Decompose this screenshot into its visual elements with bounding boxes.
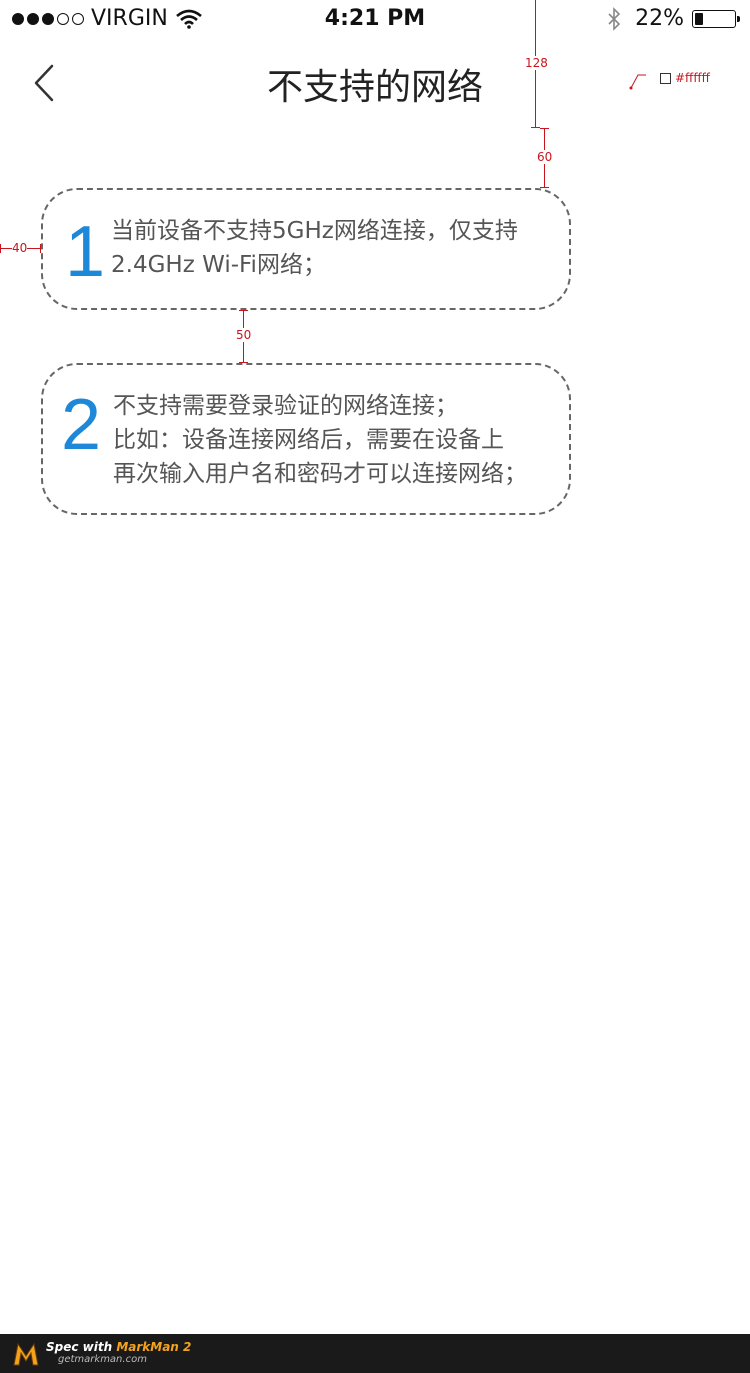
color-swatch (660, 73, 671, 84)
measure-cap (0, 244, 1, 253)
battery-icon (692, 9, 740, 28)
battery-tip (737, 15, 740, 22)
callout-arrow-icon (629, 74, 646, 90)
measure-cap (239, 310, 248, 311)
card-text-line: 当前设备不支持5GHz网络连接，仅支持 (111, 218, 518, 244)
bluetooth-icon (608, 6, 621, 31)
status-bar: VIRGIN 4:21 PM 22% (0, 0, 750, 40)
measure-label-card-gap: 50 (236, 328, 252, 342)
card-text-line: 2.4GHz Wi-Fi网络； (111, 252, 326, 278)
footer-spec-prefix: Spec with (46, 1340, 117, 1354)
card-text-line: 再次输入用户名和密码才可以连接网络； (113, 461, 527, 487)
markman-logo-icon (13, 1342, 39, 1366)
measure-label-left-margin: 40 (12, 241, 28, 255)
footer-brand: MarkMan 2 (116, 1340, 192, 1354)
measure-label-nav-height: 128 (525, 56, 548, 70)
battery-fill (695, 12, 703, 25)
measure-cap (531, 127, 540, 128)
battery-percent: 22% (635, 6, 684, 31)
color-label: #ffffff (675, 71, 710, 85)
footer-url: getmarkman.com (58, 1354, 147, 1365)
markman-footer: Spec with MarkMan 2 getmarkman.com (0, 1334, 750, 1373)
measure-cap (540, 128, 549, 129)
footer-spec-text: Spec with MarkMan 2 (46, 1340, 191, 1354)
card-number: 2 (61, 385, 102, 465)
info-card-2: 2 不支持需要登录验证的网络连接； 比如：设备连接网络后，需要在设备上 再次输入… (41, 363, 571, 515)
measure-label-card-top: 60 (537, 150, 553, 164)
card-text-line: 比如：设备连接网络后，需要在设备上 (113, 427, 504, 453)
card-text-line: 不支持需要登录验证的网络连接； (113, 393, 458, 419)
info-card-1: 1 当前设备不支持5GHz网络连接，仅支持 2.4GHz Wi-Fi网络； (41, 188, 571, 310)
card-text: 不支持需要登录验证的网络连接； 比如：设备连接网络后，需要在设备上 再次输入用户… (113, 389, 527, 491)
status-right: 22% (607, 6, 740, 31)
card-text: 当前设备不支持5GHz网络连接，仅支持 2.4GHz Wi-Fi网络； (111, 214, 518, 282)
card-number: 1 (65, 212, 106, 292)
